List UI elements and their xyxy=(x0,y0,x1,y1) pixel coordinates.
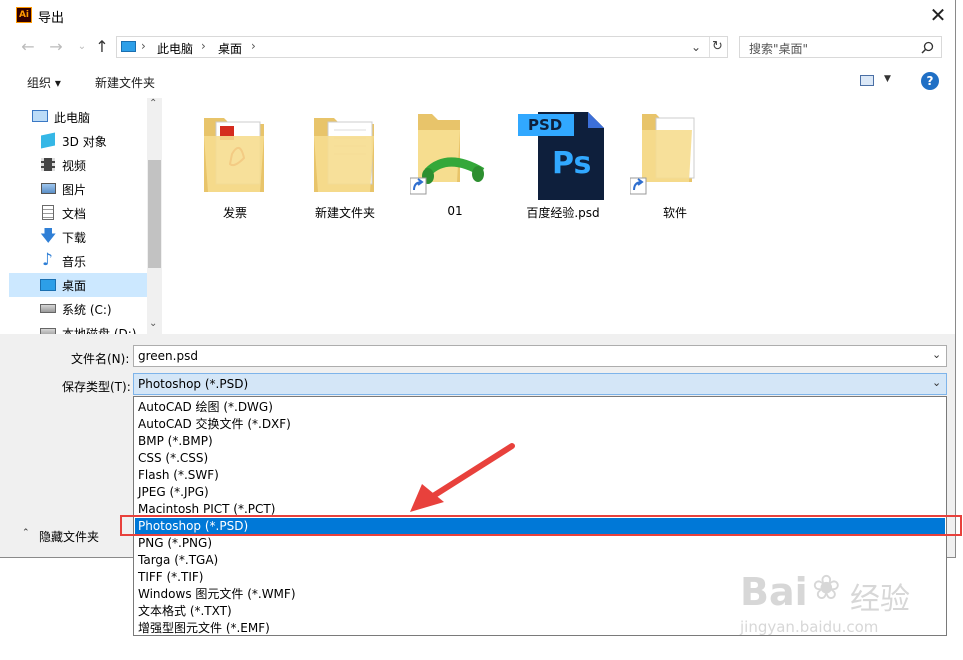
type-option[interactable]: AutoCAD 绘图 (*.DWG) xyxy=(135,399,945,416)
search-icon xyxy=(921,41,934,54)
nav-item-drive-d[interactable]: 本地磁盘 (D:) xyxy=(9,321,147,334)
save-type-label: 保存类型(T): xyxy=(62,380,131,394)
watermark-brand: Bai xyxy=(740,570,808,614)
search-input[interactable]: 搜索"桌面" xyxy=(749,40,808,57)
nav-item-label: 桌面 xyxy=(62,279,87,293)
type-option[interactable]: CSS (*.CSS) xyxy=(135,450,945,467)
nav-item-label: 系统 (C:) xyxy=(62,303,112,317)
view-dropdown-icon[interactable]: ▼ xyxy=(884,74,891,84)
up-button[interactable]: ↑ xyxy=(92,37,112,57)
window-title: 导出 xyxy=(38,11,65,26)
nav-item-label: 此电脑 xyxy=(54,111,91,125)
breadcrumb-separator-icon: › xyxy=(141,39,146,53)
nav-item-documents[interactable]: 文档 xyxy=(9,201,147,225)
drive-icon xyxy=(40,304,56,313)
file-item[interactable]: PSD Ps 百度经验.psd xyxy=(518,106,608,220)
title-bar: Ai 导出 ✕ xyxy=(0,0,955,32)
paw-icon: ❀ xyxy=(812,568,841,608)
navigation-pane: 此电脑 3D 对象 视频 图片 文档 🡇 下载 ♪ 音乐 桌面 系统 (C:) … xyxy=(9,98,162,334)
type-option[interactable]: Flash (*.SWF) xyxy=(135,467,945,484)
save-type-value: Photoshop (*.PSD) xyxy=(138,377,249,391)
download-icon: 🡇 xyxy=(40,226,57,245)
breadcrumb-desktop[interactable]: 桌面 xyxy=(218,40,242,57)
new-folder-button[interactable]: 新建文件夹 xyxy=(95,74,155,91)
file-name: 发票 xyxy=(222,206,247,220)
save-type-select[interactable]: Photoshop (*.PSD) ⌄ xyxy=(133,373,947,395)
nav-item-label: 文档 xyxy=(62,207,87,221)
computer-icon xyxy=(32,110,48,122)
file-item[interactable]: 软件 xyxy=(630,106,720,220)
desktop-icon xyxy=(40,279,56,291)
filename-input[interactable]: green.psd xyxy=(138,349,198,363)
nav-item-desktop[interactable]: 桌面 xyxy=(9,273,147,297)
type-option[interactable]: AutoCAD 交换文件 (*.DXF) xyxy=(135,416,945,433)
folder-shortcut-icon xyxy=(630,114,695,195)
file-item[interactable]: 新建文件夹 xyxy=(300,106,390,220)
watermark-url: jingyan.baidu.com xyxy=(740,618,879,636)
folder-icon xyxy=(314,118,374,192)
file-name: 软件 xyxy=(662,206,687,220)
breadcrumb-this-pc[interactable]: 此电脑 xyxy=(157,40,193,57)
type-option[interactable]: BMP (*.BMP) xyxy=(135,433,945,450)
file-item[interactable]: 01 xyxy=(410,106,500,218)
breadcrumb-separator-icon: › xyxy=(201,39,206,53)
nav-item-drive-c[interactable]: 系统 (C:) xyxy=(9,297,147,321)
nav-item-label: 下载 xyxy=(62,231,87,245)
refresh-icon[interactable]: ↻ xyxy=(712,39,723,54)
nav-item-label: 3D 对象 xyxy=(62,135,107,149)
desktop-icon xyxy=(121,41,136,52)
file-name: 01 xyxy=(447,204,463,218)
close-button[interactable]: ✕ xyxy=(925,4,951,28)
chevron-down-icon[interactable]: ⌄ xyxy=(932,376,941,389)
back-button[interactable]: ← xyxy=(18,37,38,57)
nav-item-label: 音乐 xyxy=(62,255,87,269)
photoshop-logo: Ps xyxy=(552,146,592,181)
psd-badge: PSD xyxy=(528,116,563,134)
filename-label: 文件名(N): xyxy=(71,352,130,366)
nav-item-music[interactable]: ♪ 音乐 xyxy=(9,249,147,273)
nav-scrollbar-thumb[interactable] xyxy=(148,160,161,268)
watermark-brand-2: 经验 xyxy=(850,582,910,617)
type-option[interactable]: JPEG (*.JPG) xyxy=(135,484,945,501)
file-name: 百度经验.psd xyxy=(526,206,600,220)
illustrator-app-icon: Ai xyxy=(16,7,32,23)
nav-item-label: 本地磁盘 (D:) xyxy=(62,327,137,334)
address-dropdown-icon[interactable]: ⌄ xyxy=(691,40,701,54)
scroll-up-icon[interactable]: ⌃ xyxy=(149,98,157,109)
filename-field[interactable]: green.psd ⌄ xyxy=(133,345,947,367)
video-icon xyxy=(41,158,55,171)
address-bar[interactable]: › 此电脑 › 桌面 › ⌄ ↻ xyxy=(116,36,728,58)
annotation-arrow-icon xyxy=(410,443,515,512)
highlight-box xyxy=(120,515,962,536)
forward-button[interactable]: → xyxy=(46,37,66,57)
folder-shortcut-icon xyxy=(410,114,485,195)
chevron-up-icon[interactable]: ⌃ xyxy=(22,528,30,538)
nav-item-this-pc[interactable]: 此电脑 xyxy=(9,105,147,129)
pictures-icon xyxy=(41,183,56,194)
recent-locations-button[interactable]: ⌄ xyxy=(72,37,92,57)
3d-objects-icon xyxy=(41,132,55,149)
search-box[interactable]: 搜索"桌面" xyxy=(739,36,942,58)
folder-pdf-icon xyxy=(204,118,264,192)
address-divider xyxy=(709,37,710,57)
baidu-watermark: Bai ❀ 经验 jingyan.baidu.com xyxy=(740,560,940,640)
nav-item-downloads[interactable]: 🡇 下载 xyxy=(9,225,147,249)
nav-item-label: 视频 xyxy=(62,159,87,173)
file-item[interactable]: 发票 xyxy=(190,106,280,220)
documents-icon xyxy=(42,205,54,220)
organize-button[interactable]: 组织 ▾ xyxy=(27,74,61,91)
music-icon: ♪ xyxy=(42,250,53,270)
nav-item-label: 图片 xyxy=(62,183,87,197)
chevron-down-icon[interactable]: ⌄ xyxy=(932,348,941,361)
file-name: 新建文件夹 xyxy=(314,206,375,220)
nav-item-video[interactable]: 视频 xyxy=(9,153,147,177)
nav-item-3d-objects[interactable]: 3D 对象 xyxy=(9,129,147,153)
change-view-icon[interactable] xyxy=(860,75,874,86)
hide-folders-button[interactable]: 隐藏文件夹 xyxy=(39,528,99,545)
nav-item-pictures[interactable]: 图片 xyxy=(9,177,147,201)
type-option[interactable]: PNG (*.PNG) xyxy=(135,535,945,552)
scroll-down-icon[interactable]: ⌄ xyxy=(149,318,157,329)
breadcrumb-separator-icon: › xyxy=(251,39,256,53)
help-icon[interactable]: ? xyxy=(921,72,939,90)
